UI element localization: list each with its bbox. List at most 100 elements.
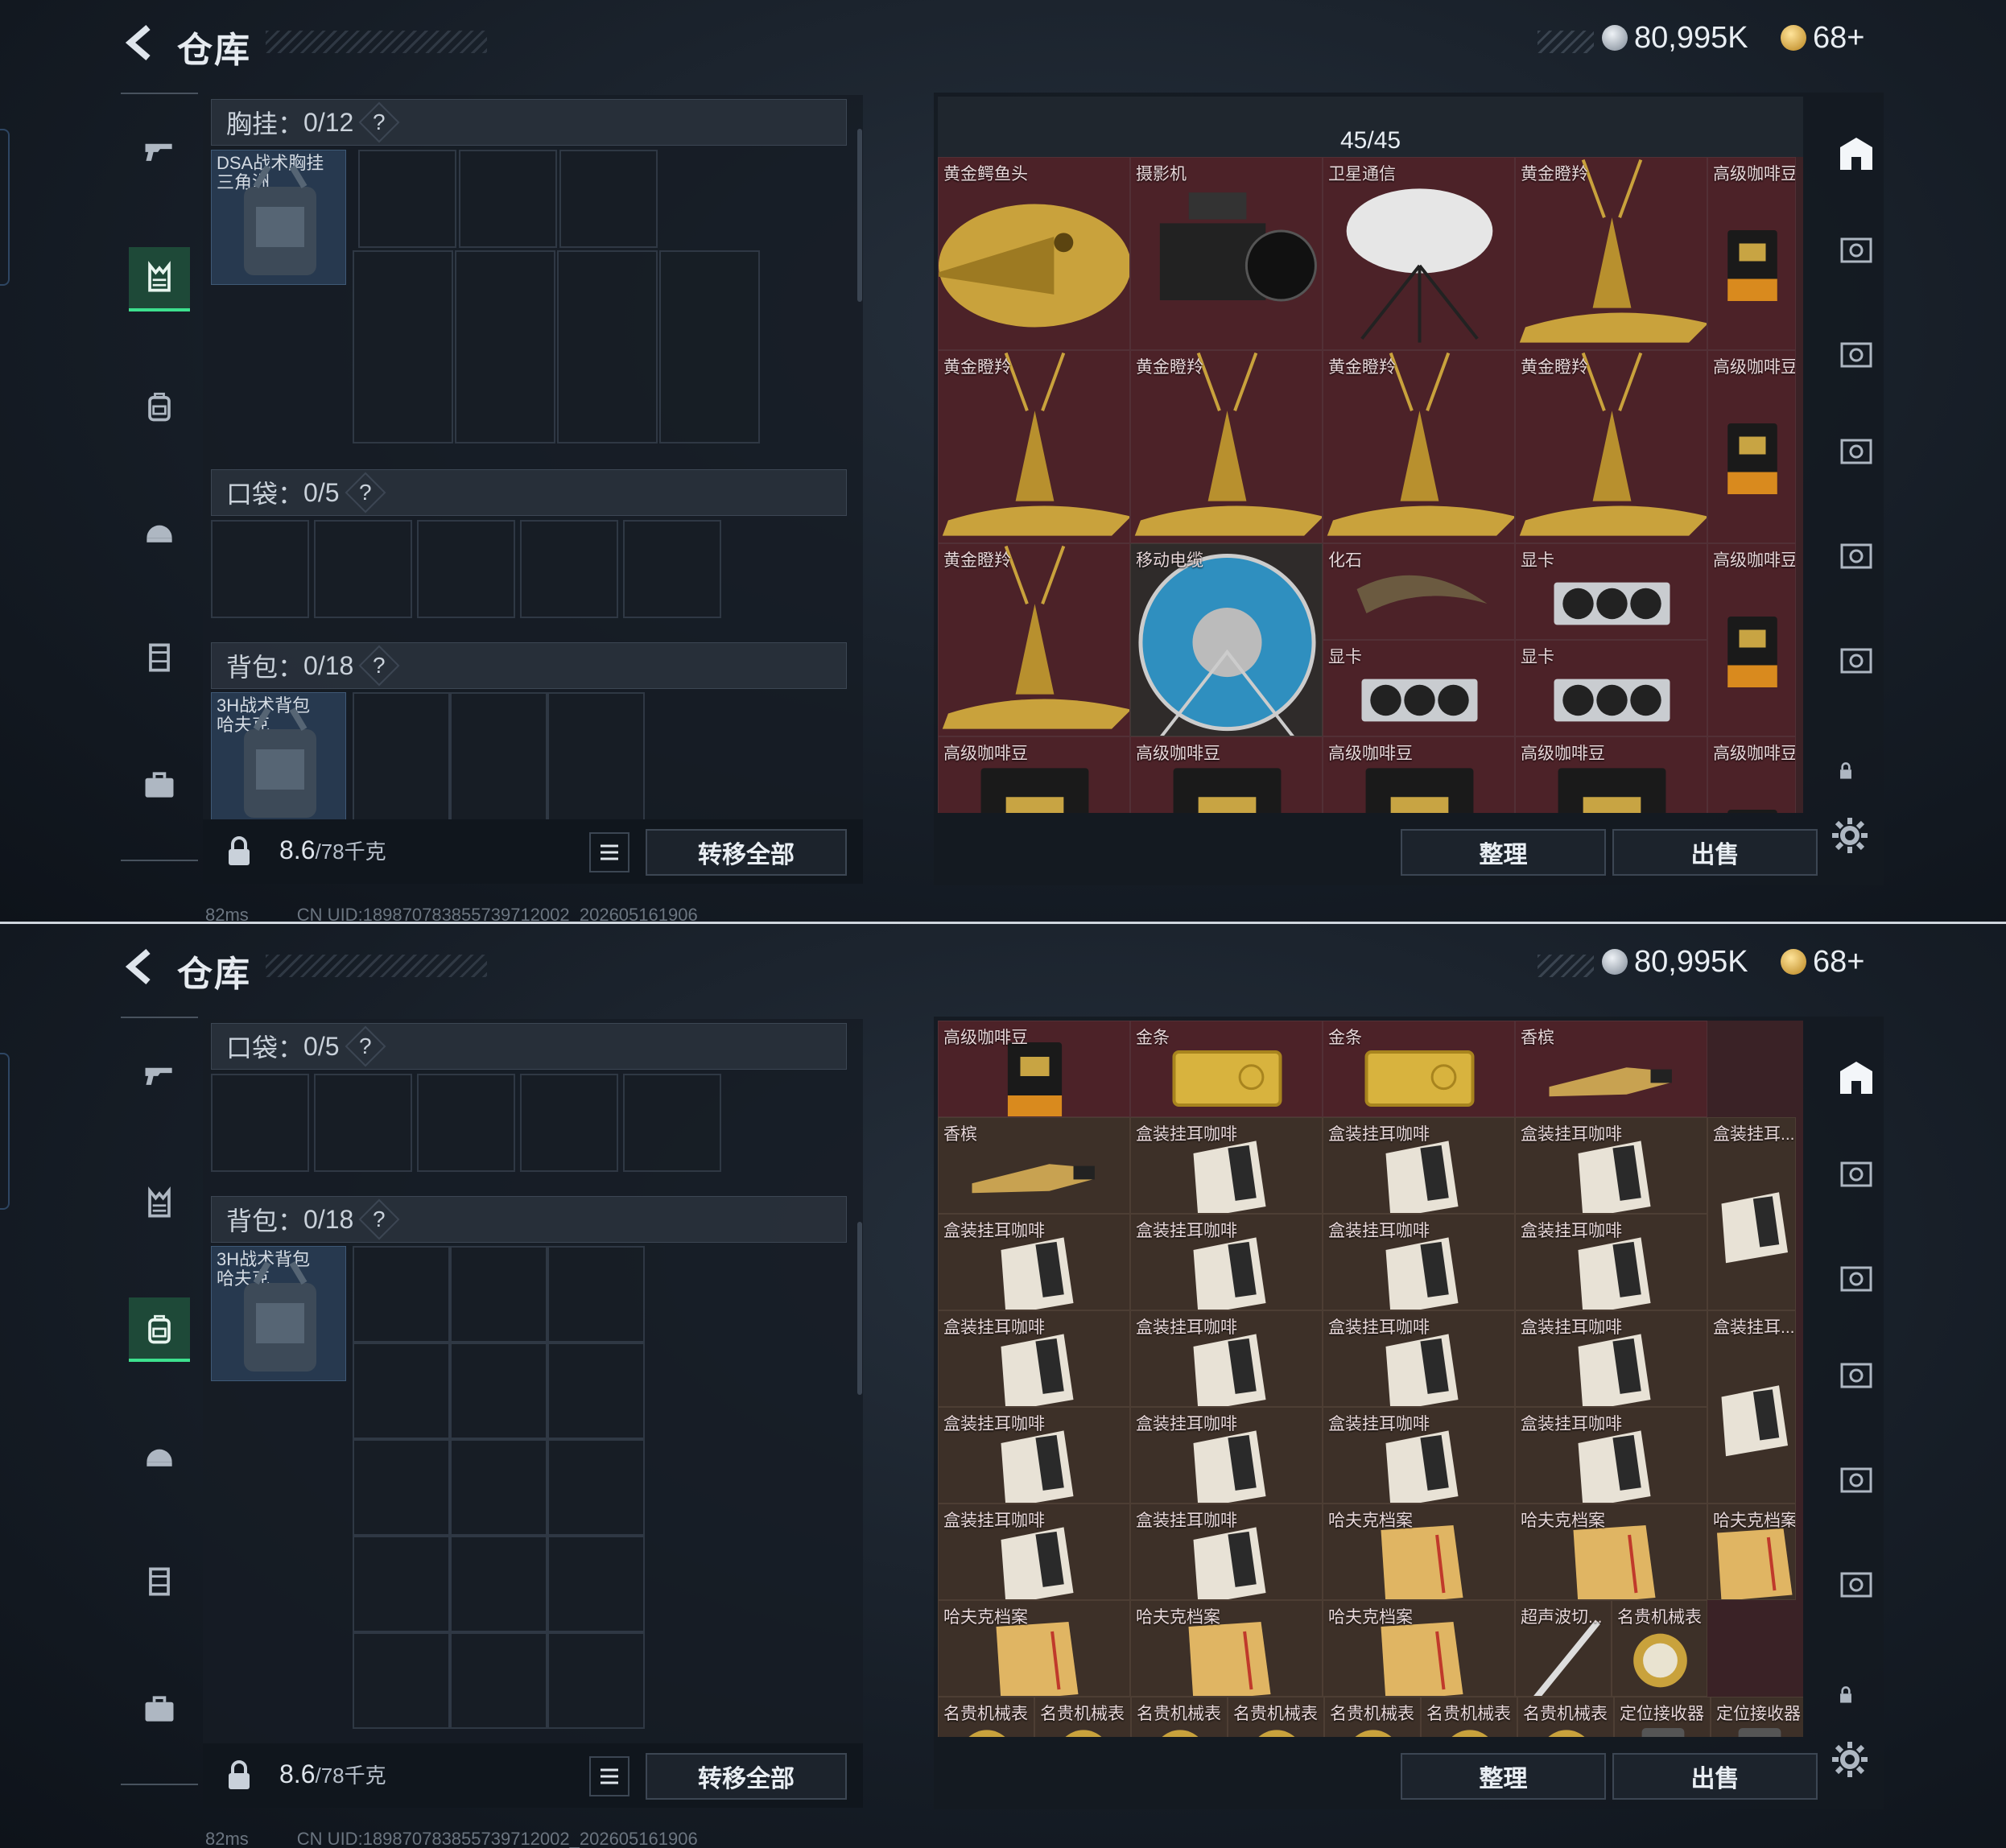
chest-slot[interactable] xyxy=(557,250,658,443)
stash-item[interactable]: 高级咖啡豆 xyxy=(938,736,1130,813)
stash-item[interactable]: 哈夫克档案 xyxy=(1515,1504,1707,1600)
stash-item[interactable]: 高级咖啡豆 xyxy=(1707,543,1796,736)
nav-chest-rig[interactable] xyxy=(129,1171,190,1235)
stash-tab-4[interactable] xyxy=(1835,1459,1877,1501)
stash-item[interactable]: 高级咖啡豆 xyxy=(938,1021,1130,1117)
back-icon[interactable] xyxy=(121,947,161,987)
stash-item[interactable]: 盒装挂耳咖啡 xyxy=(1323,1407,1515,1504)
chest-slot[interactable] xyxy=(353,250,453,443)
stash-item[interactable]: 盒装挂耳咖啡 xyxy=(1515,1407,1707,1504)
stash-item[interactable]: 定位接收器 xyxy=(1614,1697,1711,1737)
stash-item[interactable]: 金条 xyxy=(1323,1021,1515,1117)
pocket-slot[interactable] xyxy=(623,1074,721,1172)
stash-item[interactable]: 名贵机械表 xyxy=(1517,1697,1614,1737)
backpack-slot[interactable] xyxy=(547,1632,645,1729)
nav-safe-box[interactable] xyxy=(129,1677,190,1741)
backpack-item[interactable]: 3H战术背包 哈夫克 xyxy=(211,692,346,827)
backpack-slot[interactable] xyxy=(353,1439,450,1536)
nav-safe-box[interactable] xyxy=(129,753,190,817)
stash-item[interactable]: 盒装挂耳咖啡 xyxy=(1323,1310,1515,1407)
stash-item[interactable]: 显卡 xyxy=(1515,543,1707,640)
scrollbar[interactable] xyxy=(857,1222,862,1395)
nav-weapon[interactable] xyxy=(129,1042,190,1107)
stash-item[interactable]: 盒装挂耳咖啡 xyxy=(1130,1407,1323,1504)
backpack-slot[interactable] xyxy=(450,1343,547,1439)
backpack-item[interactable]: 3H战术背包 哈夫克 xyxy=(211,1246,346,1381)
help-icon[interactable]: ? xyxy=(358,645,400,687)
list-view-icon[interactable] xyxy=(589,832,629,872)
nav-helmet[interactable] xyxy=(129,1423,190,1487)
stash-lock[interactable] xyxy=(1835,761,1877,802)
transfer-all-button[interactable]: 转移全部 xyxy=(646,829,847,876)
stash-item[interactable]: 定位接收器 xyxy=(1711,1697,1803,1737)
stash-item[interactable]: 黄金瞪羚 xyxy=(938,543,1130,736)
stash-item[interactable]: 黄金瞪羚 xyxy=(1515,157,1707,350)
stash-item[interactable]: 显卡 xyxy=(1515,640,1707,736)
stash-item[interactable]: 哈夫克档案 xyxy=(1130,1600,1323,1697)
currency-gold[interactable]: 68+ xyxy=(1781,942,1864,982)
backpack-slot[interactable] xyxy=(450,692,547,821)
stash-item[interactable]: 名贵机械表 xyxy=(938,1697,1034,1737)
stash-item[interactable]: 显卡 xyxy=(1323,640,1515,736)
chest-slot[interactable] xyxy=(559,150,658,248)
stash-item[interactable]: 名贵机械表 xyxy=(1034,1697,1131,1737)
stash-item[interactable]: 黄金瞪羚 xyxy=(1323,350,1515,543)
backpack-slot[interactable] xyxy=(547,1439,645,1536)
stash-item[interactable]: 摄影机 xyxy=(1130,157,1323,350)
stash-tab-5[interactable] xyxy=(1835,640,1877,682)
pocket-slot[interactable] xyxy=(623,520,721,618)
stash-tab-1[interactable] xyxy=(1835,229,1877,271)
stash-item[interactable]: 黄金鳄鱼头 xyxy=(938,157,1130,350)
sell-button[interactable]: 出售 xyxy=(1612,1753,1818,1800)
pocket-slot[interactable] xyxy=(417,520,515,618)
stash-tab-3[interactable] xyxy=(1835,1355,1877,1396)
pocket-slot[interactable] xyxy=(211,1074,309,1172)
stash-item[interactable]: 名贵机械表 xyxy=(1131,1697,1228,1737)
stash-item[interactable]: 盒装挂耳咖啡 xyxy=(1515,1310,1707,1407)
stash-item[interactable]: 黄金瞪羚 xyxy=(1130,350,1323,543)
stash-item[interactable]: 高级咖啡豆 xyxy=(1323,736,1515,813)
stash-item[interactable]: 香槟 xyxy=(1515,1021,1707,1117)
chest-slot[interactable] xyxy=(659,250,760,443)
stash-item[interactable]: 哈夫克档案 xyxy=(1323,1600,1515,1697)
help-icon[interactable]: ? xyxy=(358,101,400,143)
stash-home[interactable] xyxy=(1835,1057,1877,1099)
stash-tab-5[interactable] xyxy=(1835,1564,1877,1606)
transfer-all-button[interactable]: 转移全部 xyxy=(646,1753,847,1800)
stash-item[interactable]: 盒装挂耳咖啡 xyxy=(1130,1214,1323,1310)
stash-item[interactable]: 盒装挂耳... xyxy=(1707,1117,1796,1310)
stash-item[interactable]: 哈夫克档案 xyxy=(1323,1504,1515,1600)
stash-item[interactable]: 盒装挂耳咖啡 xyxy=(1515,1214,1707,1310)
chest-slot[interactable] xyxy=(455,250,555,443)
nav-helmet[interactable] xyxy=(129,499,190,563)
stash-item[interactable]: 高级咖啡豆 xyxy=(1130,736,1323,813)
back-icon[interactable] xyxy=(121,23,161,63)
stash-item[interactable]: 盒装挂耳咖啡 xyxy=(1130,1504,1323,1600)
help-icon[interactable]: ? xyxy=(345,1025,386,1067)
stash-item[interactable]: 金条 xyxy=(1130,1021,1323,1117)
stash-item[interactable]: 化石 xyxy=(1323,543,1515,640)
currency-gold[interactable]: 68+ xyxy=(1781,18,1864,58)
stash-item[interactable]: 盒装挂耳咖啡 xyxy=(1130,1117,1323,1214)
nav-backpack[interactable] xyxy=(129,373,190,438)
chest-slot[interactable] xyxy=(358,150,456,248)
stash-item[interactable]: 黄金瞪羚 xyxy=(1515,350,1707,543)
sort-button[interactable]: 整理 xyxy=(1401,1753,1606,1800)
help-icon[interactable]: ? xyxy=(345,472,386,514)
stash-item[interactable]: 盒装挂耳咖啡 xyxy=(1130,1310,1323,1407)
sell-button[interactable]: 出售 xyxy=(1612,829,1818,876)
pocket-slot[interactable] xyxy=(314,520,412,618)
nav-armor[interactable] xyxy=(129,625,190,690)
nav-weapon[interactable] xyxy=(129,118,190,183)
backpack-slot[interactable] xyxy=(547,1536,645,1632)
stash-tab-1[interactable] xyxy=(1835,1153,1877,1195)
stash-item[interactable]: 盒装挂耳咖啡 xyxy=(1323,1214,1515,1310)
stash-item[interactable]: 盒装挂耳咖啡 xyxy=(1515,1117,1707,1214)
stash-item[interactable]: 黄金瞪羚 xyxy=(938,350,1130,543)
stash-item[interactable]: 高级咖啡豆 xyxy=(1707,736,1796,813)
stash-item[interactable]: 盒装挂耳... xyxy=(1707,1310,1796,1504)
backpack-slot[interactable] xyxy=(450,1439,547,1536)
help-icon[interactable]: ? xyxy=(358,1198,400,1240)
backpack-slot[interactable] xyxy=(547,692,645,821)
sort-button[interactable]: 整理 xyxy=(1401,829,1606,876)
